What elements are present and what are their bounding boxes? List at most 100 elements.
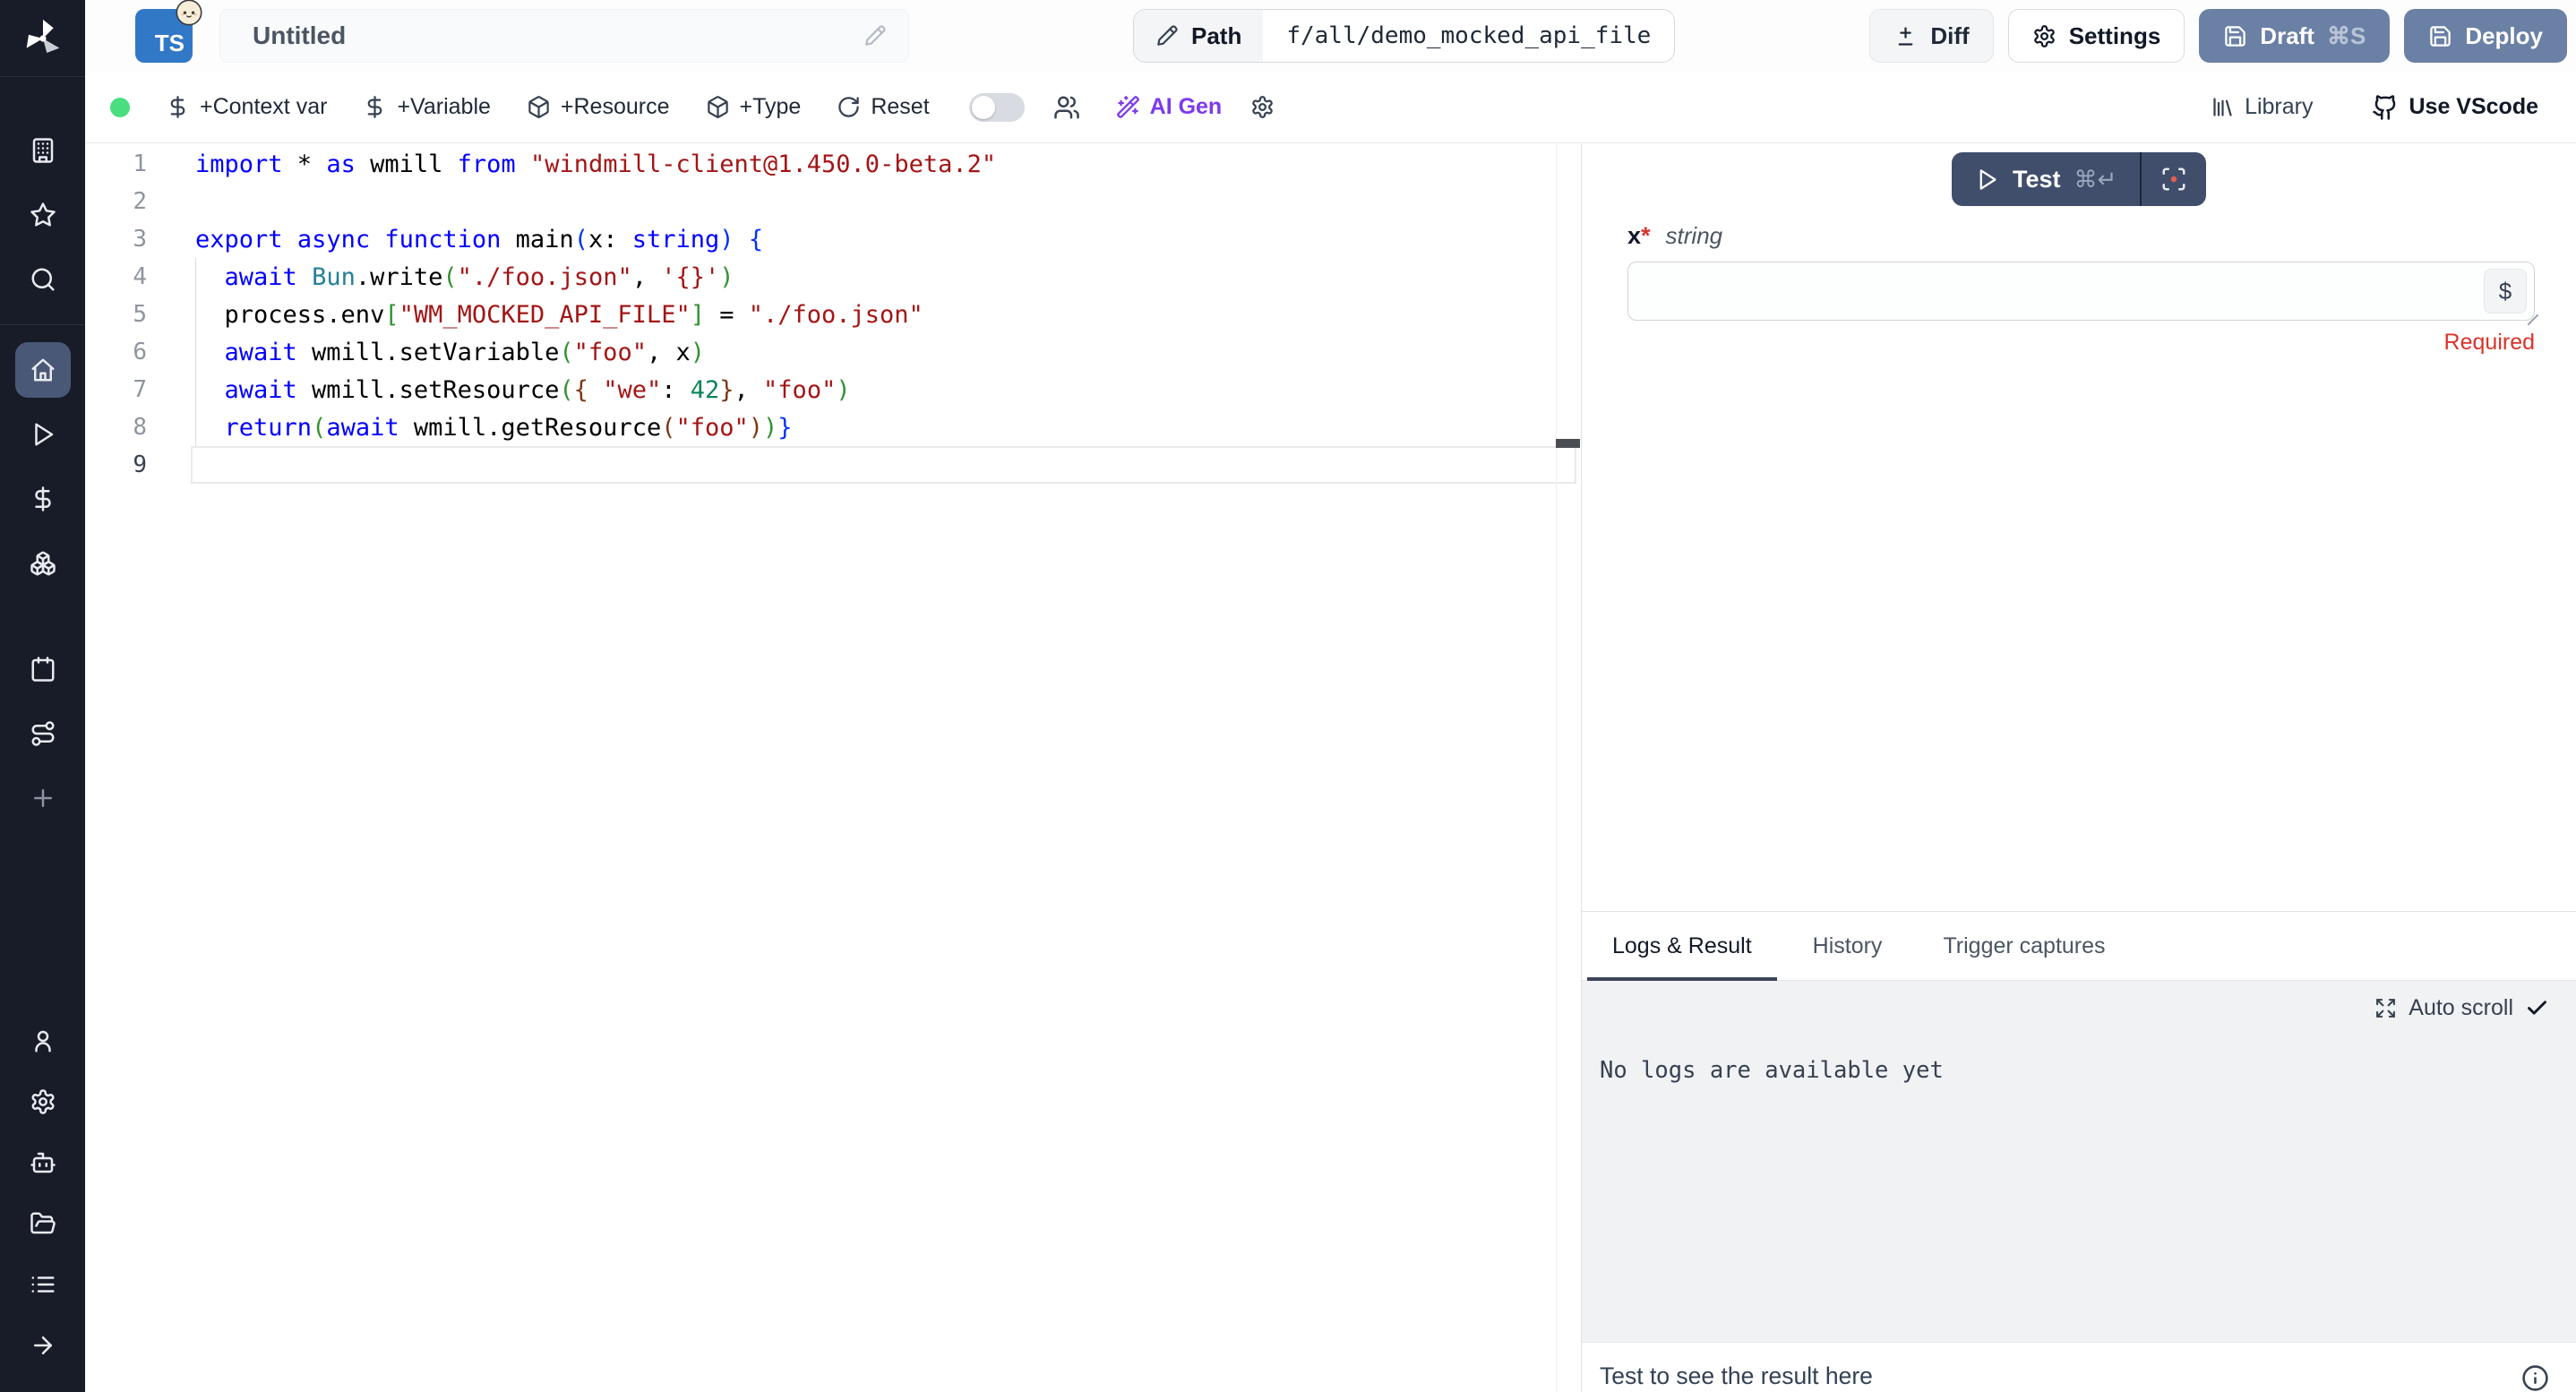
code-line-4[interactable]: 4 await Bun.write("./foo.json", '{}') xyxy=(85,258,1581,296)
package-icon xyxy=(527,95,551,119)
code-line-3[interactable]: 3 export async function main(x: string) … xyxy=(85,220,1581,258)
line-number: 3 xyxy=(85,226,195,253)
sidebar-item-expand[interactable] xyxy=(15,1318,71,1373)
sidebar-item-triggers[interactable] xyxy=(15,706,71,761)
diff-button[interactable]: Diff xyxy=(1869,9,1993,63)
add-variable-button[interactable]: +Variable xyxy=(363,94,490,120)
current-line-highlight xyxy=(191,446,1576,484)
github-icon xyxy=(2372,94,2399,121)
add-resource-label: +Resource xyxy=(561,94,670,120)
code-editor[interactable]: 1 import * as wmill from "windmill-clien… xyxy=(85,143,1581,1392)
field-label-row: x* string xyxy=(1627,222,2535,250)
sidebar-item-add[interactable] xyxy=(15,770,71,826)
diff-icon xyxy=(1893,24,1918,48)
editor-scrollbar[interactable] xyxy=(1556,439,1580,448)
code-line-5[interactable]: 5 process.env["WM_MOCKED_API_FILE"] = ".… xyxy=(85,296,1581,333)
star-icon xyxy=(30,202,56,228)
route-icon xyxy=(30,720,56,747)
editor-toolbar: +Context var +Variable +Resource +Type R… xyxy=(85,72,2576,143)
settings-button[interactable]: Settings xyxy=(2008,9,2185,63)
autoscroll-checkbox[interactable] xyxy=(2525,996,2549,1020)
building-icon xyxy=(30,137,56,164)
add-context-var-button[interactable]: +Context var xyxy=(166,94,327,120)
use-vscode-button[interactable]: Use VScode xyxy=(2372,94,2538,121)
sidebar-item-resources[interactable] xyxy=(15,536,71,591)
gear-icon xyxy=(1250,95,1275,119)
arrow-right-icon xyxy=(30,1332,56,1359)
script-title-input[interactable]: Untitled xyxy=(219,9,909,63)
insert-variable-button[interactable]: $ xyxy=(2484,269,2527,314)
library-button[interactable]: Library xyxy=(2211,94,2313,120)
tab-logs-result[interactable]: Logs & Result xyxy=(1587,912,1777,980)
test-shortcut: ⌘↵ xyxy=(2074,166,2117,193)
sidebar-item-folders[interactable] xyxy=(15,1196,71,1251)
code-line-2[interactable]: 2 xyxy=(85,183,1581,220)
info-icon[interactable] xyxy=(2521,1364,2549,1392)
field-name: x* xyxy=(1627,222,1651,250)
multiplayer-toggle[interactable] xyxy=(969,93,1025,122)
tab-history[interactable]: History xyxy=(1788,912,1908,980)
deploy-button[interactable]: Deploy xyxy=(2404,9,2567,63)
editor-settings-button[interactable] xyxy=(1250,95,1275,119)
add-context-var-label: +Context var xyxy=(200,94,327,120)
gear-icon xyxy=(30,1088,56,1115)
bun-badge-icon xyxy=(175,0,203,27)
required-asterisk: * xyxy=(1641,222,1651,249)
sidebar-item-workers[interactable] xyxy=(15,1135,71,1190)
sidebar-item-audit-logs[interactable] xyxy=(15,1257,71,1312)
sidebar-item-schedules[interactable] xyxy=(15,641,71,697)
rotate-cw-icon xyxy=(837,95,861,119)
capture-run-button[interactable] xyxy=(2142,152,2206,206)
reset-button[interactable]: Reset xyxy=(837,94,929,120)
x-input[interactable] xyxy=(1628,262,2534,320)
save-icon xyxy=(2428,24,2452,48)
sidebar-item-search[interactable] xyxy=(15,252,71,307)
plus-icon xyxy=(30,785,56,812)
edit-title-pencil-icon[interactable] xyxy=(863,24,887,47)
code-text: return(await wmill.getResource("foo"))} xyxy=(195,414,793,442)
sidebar-item-runs[interactable] xyxy=(15,407,71,462)
dollar-icon xyxy=(30,485,56,512)
test-label: Test xyxy=(2013,166,2061,193)
folder-icon xyxy=(30,1210,56,1237)
autoscroll-row: Auto scroll xyxy=(1600,995,2549,1021)
add-type-button[interactable]: +Type xyxy=(706,94,802,120)
code-line-9[interactable]: 9 xyxy=(85,446,1581,484)
result-placeholder: Test to see the result here xyxy=(1600,1362,2521,1390)
diff-label: Diff xyxy=(1930,22,1969,50)
field-input-wrapper: $ xyxy=(1627,262,2535,321)
code-line-8[interactable]: 8 return(await wmill.getResource("foo"))… xyxy=(85,408,1581,446)
collaborators-button[interactable] xyxy=(1053,94,1080,121)
library-icon xyxy=(2211,95,2235,119)
draft-button[interactable]: Draft ⌘S xyxy=(2199,9,2390,63)
sidebar-item-home[interactable] xyxy=(15,342,71,398)
code-line-6[interactable]: 6 await wmill.setVariable("foo", x) xyxy=(85,333,1581,371)
deploy-label: Deploy xyxy=(2465,22,2543,50)
add-variable-label: +Variable xyxy=(397,94,490,120)
path-button[interactable]: Path f/all/demo_mocked_api_file xyxy=(1133,9,1675,63)
add-resource-button[interactable]: +Resource xyxy=(527,94,670,120)
sidebar-divider xyxy=(0,324,85,325)
line-number: 8 xyxy=(85,414,195,441)
code-line-7[interactable]: 7 await wmill.setResource({ "we": 42}, "… xyxy=(85,371,1581,408)
sidebar-item-settings[interactable] xyxy=(15,1074,71,1130)
indent-guide xyxy=(195,258,196,446)
windmill-logo[interactable] xyxy=(0,0,85,77)
main-area: TS Untitled xyxy=(85,0,2576,1392)
line-number: 5 xyxy=(85,301,195,328)
ai-gen-button[interactable]: AI Gen xyxy=(1116,94,1223,120)
sidebar-item-user[interactable] xyxy=(15,1013,71,1069)
sidebar-item-variables[interactable] xyxy=(15,471,71,527)
test-button[interactable]: Test ⌘↵ xyxy=(1952,152,2140,206)
tab-trigger-captures[interactable]: Trigger captures xyxy=(1918,912,2130,980)
sidebar-item-favorites[interactable] xyxy=(15,187,71,243)
gear-icon xyxy=(2032,24,2057,48)
wand-sparkles-icon xyxy=(1116,95,1140,119)
expand-icon[interactable] xyxy=(2374,997,2397,1019)
sidebar-item-workspace[interactable] xyxy=(15,123,71,178)
calendar-icon xyxy=(30,656,56,683)
code-line-1[interactable]: 1 import * as wmill from "windmill-clien… xyxy=(85,145,1581,183)
path-label-section: Path xyxy=(1134,10,1263,62)
use-vscode-label: Use VScode xyxy=(2409,94,2538,120)
path-value: f/all/demo_mocked_api_file xyxy=(1263,10,1674,62)
